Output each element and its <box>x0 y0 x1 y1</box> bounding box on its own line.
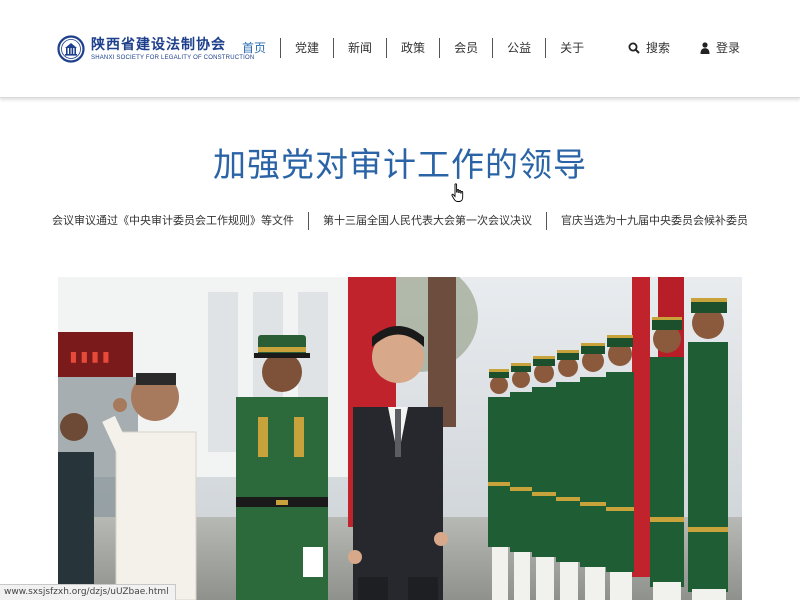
sublink-npc-resolution[interactable]: 第十三届全国人民代表大会第一次会议决议 <box>309 212 547 230</box>
browser-status-bar-url: www.sxsjsfzxh.org/dzjs/uUZbae.html <box>0 584 176 600</box>
nav-item-policy[interactable]: 政策 <box>387 38 441 58</box>
site-header: 陕西省建设法制协会 SHANXI SOCIETY FOR LEGALITY OF… <box>0 0 800 98</box>
nav-item-about[interactable]: 关于 <box>546 38 598 58</box>
search-icon <box>628 42 640 54</box>
hand-cursor-icon <box>451 183 464 202</box>
nav-item-party-building[interactable]: 党建 <box>281 38 335 58</box>
main-nav: 首页 党建 新闻 政策 会员 公益 关于 <box>228 38 598 58</box>
user-icon <box>700 42 710 54</box>
hero-photo[interactable]: ▮▮▮▮ <box>58 277 742 600</box>
nav-item-home[interactable]: 首页 <box>228 38 282 58</box>
svg-text:▮▮▮▮: ▮▮▮▮ <box>68 346 111 367</box>
nav-item-public-welfare[interactable]: 公益 <box>493 38 547 58</box>
association-emblem-icon <box>57 29 85 69</box>
search-button[interactable]: 搜索 <box>628 38 670 58</box>
featured-headline[interactable]: 加强党对审计工作的领导 <box>0 138 800 186</box>
nav-item-news[interactable]: 新闻 <box>334 38 388 58</box>
search-label: 搜索 <box>646 41 671 55</box>
login-label: 登录 <box>716 41 741 55</box>
sublink-audit-rules[interactable]: 会议审议通过《中央审计委员会工作规则》等文件 <box>38 212 309 230</box>
sublink-alternate-member[interactable]: 官庆当选为十九届中央委员会候补委员 <box>547 212 762 230</box>
site-logo[interactable]: 陕西省建设法制协会 SHANXI SOCIETY FOR LEGALITY OF… <box>57 29 254 69</box>
headline-sublinks: 会议审议通过《中央审计委员会工作规则》等文件 第十三届全国人民代表大会第一次会议… <box>0 212 800 230</box>
login-button[interactable]: 登录 <box>700 38 740 58</box>
header-tools: 搜索 登录 <box>628 38 740 58</box>
nav-item-members[interactable]: 会员 <box>440 38 494 58</box>
